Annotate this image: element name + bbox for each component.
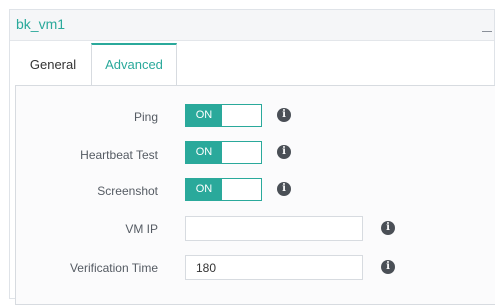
ping-toggle[interactable]: ON <box>185 104 262 127</box>
panel-header: bk_vm1 <box>10 10 494 41</box>
screenshot-info-icon[interactable]: i <box>277 182 291 196</box>
verification-time-info-icon[interactable]: i <box>381 260 395 274</box>
verification-time-input[interactable] <box>185 255 363 280</box>
vm-ip-info-icon[interactable]: i <box>381 221 395 235</box>
screenshot-toggle[interactable]: ON <box>185 178 262 201</box>
collapse-icon[interactable] <box>482 31 492 32</box>
ping-info-icon[interactable]: i <box>277 108 291 122</box>
heartbeat-test-info-icon[interactable]: i <box>277 145 291 159</box>
screenshot-label: Screenshot <box>97 184 158 198</box>
tab-general[interactable]: General <box>15 43 91 85</box>
vm-ip-input[interactable] <box>185 216 363 241</box>
ping-label: Ping <box>133 110 158 124</box>
vm-ip-label: VM IP <box>125 222 158 236</box>
panel-title: bk_vm1 <box>16 16 66 32</box>
heartbeat-test-label: Heartbeat Test <box>80 148 158 162</box>
heartbeat-test-toggle-on: ON <box>186 142 222 163</box>
screenshot-toggle-on: ON <box>186 179 222 200</box>
verification-time-label: Verification Time <box>69 261 158 275</box>
ping-toggle-on: ON <box>186 105 222 126</box>
heartbeat-test-toggle[interactable]: ON <box>185 141 262 164</box>
tab-advanced[interactable]: Advanced <box>91 43 177 85</box>
